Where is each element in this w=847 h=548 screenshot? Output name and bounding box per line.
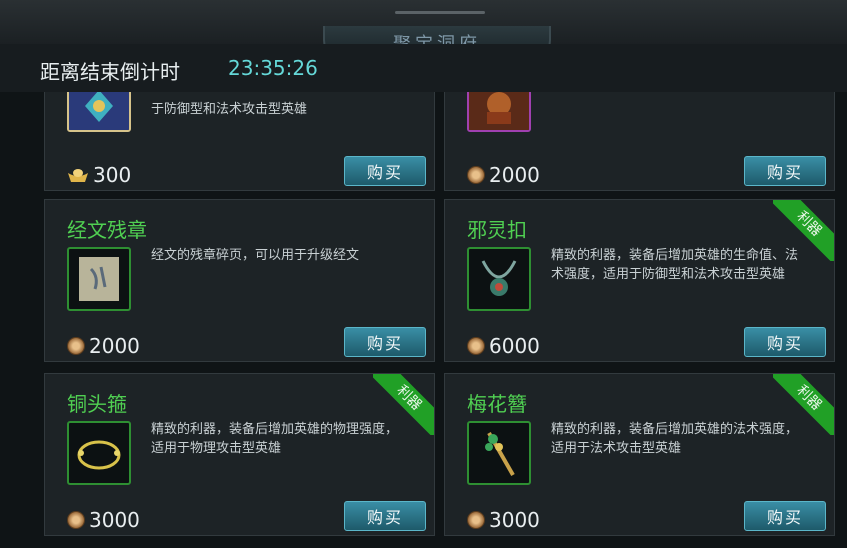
gold-ingot-icon xyxy=(68,169,88,182)
drag-handle[interactable] xyxy=(395,11,485,14)
price-value: 3000 xyxy=(489,508,540,532)
buy-button[interactable]: 购买 xyxy=(344,156,426,186)
coin-icon xyxy=(467,337,485,355)
price-tag: 3000 xyxy=(67,505,140,535)
item-grid[interactable]: 于防御型和法术攻击型英雄 300 购买 2000 购买 经文残章 经文的残章碎页… xyxy=(44,92,836,548)
price-value: 3000 xyxy=(89,508,140,532)
buy-button[interactable]: 购买 xyxy=(744,327,826,357)
item-name: 经文残章 xyxy=(67,218,147,242)
item-description: 精致的利器，装备后增加英雄的法术强度，适用于法术攻击型英雄 xyxy=(551,422,799,456)
circlet-icon xyxy=(67,421,131,485)
price-tag: 300 xyxy=(67,160,131,190)
price-tag: 3000 xyxy=(467,505,540,535)
buy-button[interactable]: 购买 xyxy=(744,156,826,186)
coin-icon xyxy=(467,166,485,184)
price-tag: 6000 xyxy=(467,331,540,361)
coin-icon xyxy=(467,511,485,529)
buy-button[interactable]: 购买 xyxy=(744,501,826,531)
gem-icon xyxy=(67,92,131,132)
amulet-icon xyxy=(467,247,531,311)
item-name: 邪灵扣 xyxy=(467,218,527,242)
item-card: 利器 梅花簪 精致的利器，装备后增加英雄的法术强度，适用于法术攻击型英雄 300… xyxy=(444,373,835,536)
item-name: 铜头箍 xyxy=(67,392,127,416)
item-description: 经文的残章碎页，可以用于升级经文 xyxy=(151,248,360,263)
coin-icon xyxy=(67,337,85,355)
coin-icon xyxy=(67,511,85,529)
item-card: 2000 购买 xyxy=(444,92,835,191)
item-card: 于防御型和法术攻击型英雄 300 购买 xyxy=(44,92,435,191)
buy-button[interactable]: 购买 xyxy=(344,327,426,357)
countdown-label: 距离结束倒计时 xyxy=(40,60,180,84)
price-value: 2000 xyxy=(489,163,540,187)
price-value: 6000 xyxy=(489,334,540,358)
item-card: 经文残章 经文的残章碎页，可以用于升级经文 2000 购买 xyxy=(44,199,435,362)
item-card: 利器 铜头箍 精致的利器，装备后增加英雄的物理强度，适用于物理攻击型英雄 300… xyxy=(44,373,435,536)
item-description: 精致的利器，装备后增加英雄的生命值、法术强度，适用于防御型和法术攻击型英雄 xyxy=(551,248,799,282)
scroll-icon xyxy=(67,247,131,311)
price-tag: 2000 xyxy=(67,331,140,361)
item-description: 于防御型和法术攻击型英雄 xyxy=(151,102,308,117)
item-card: 利器 邪灵扣 精致的利器，装备后增加英雄的生命值、法术强度，适用于防御型和法术攻… xyxy=(444,199,835,362)
price-tag: 2000 xyxy=(467,160,540,190)
item-name: 梅花簪 xyxy=(467,392,527,416)
countdown-bar: 距离结束倒计时 23:35:26 xyxy=(0,44,847,92)
price-value: 300 xyxy=(93,163,132,187)
hairpin-icon xyxy=(467,421,531,485)
price-value: 2000 xyxy=(89,334,140,358)
item-description: 精致的利器，装备后增加英雄的物理强度，适用于物理攻击型英雄 xyxy=(151,422,399,456)
countdown-timer: 23:35:26 xyxy=(228,56,318,80)
buy-button[interactable]: 购买 xyxy=(344,501,426,531)
hero-portrait-icon xyxy=(467,92,531,132)
